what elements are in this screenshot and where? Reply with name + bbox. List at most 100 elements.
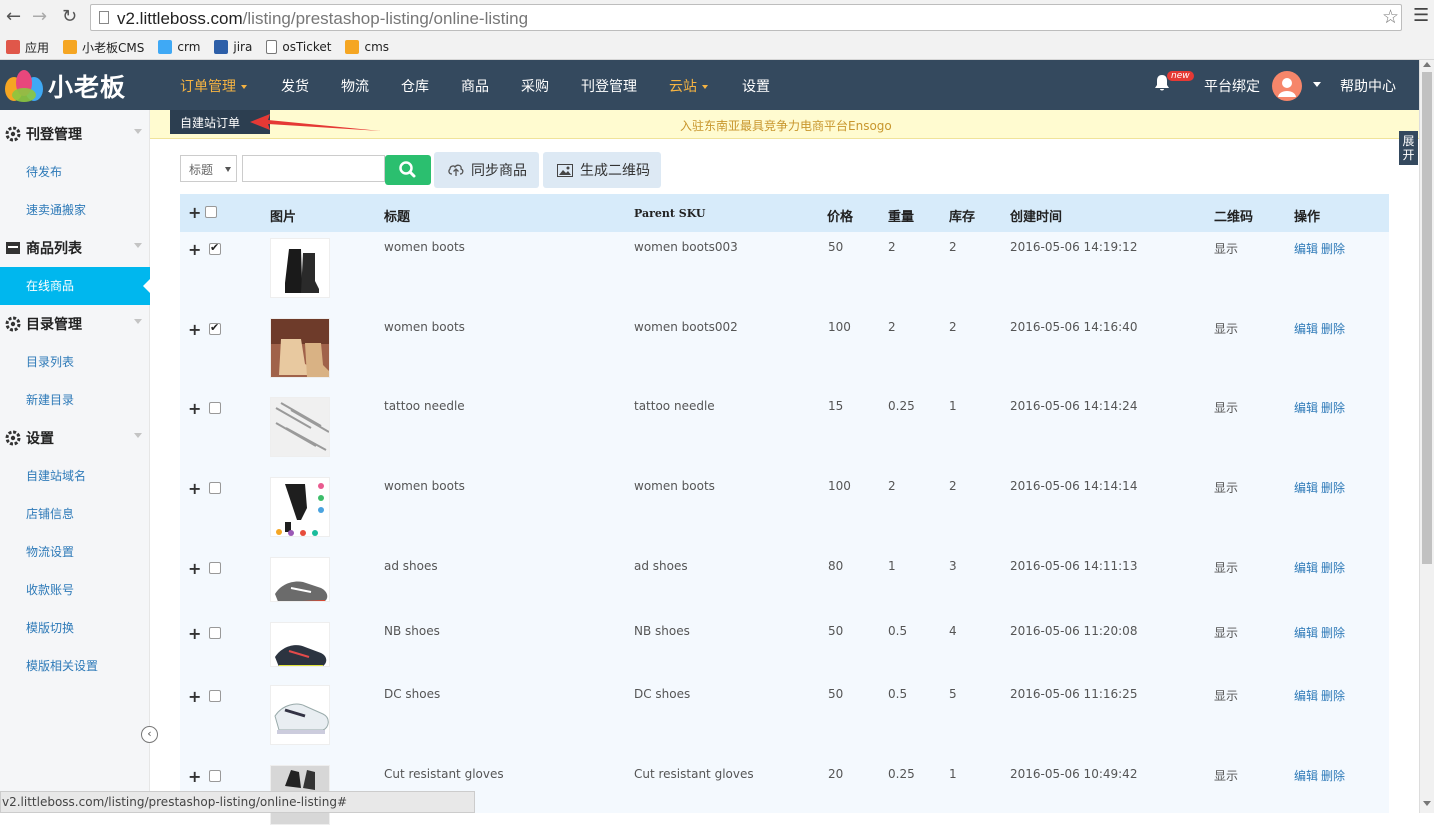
row-checkbox[interactable] bbox=[209, 690, 221, 702]
bookmark-0[interactable]: 应用 bbox=[6, 39, 49, 56]
delete-link[interactable]: 删除 bbox=[1321, 479, 1345, 496]
qrcode-show-link[interactable]: 显示 bbox=[1214, 240, 1238, 257]
delete-link[interactable]: 删除 bbox=[1321, 624, 1345, 641]
forward-arrow-icon[interactable]: → bbox=[32, 6, 47, 27]
announcement-text[interactable]: 入驻东南亚最具竞争力电商平台Ensogo bbox=[680, 117, 892, 134]
sidebar-item-3-4[interactable]: 模版切换 bbox=[0, 609, 150, 647]
edit-link[interactable]: 编辑 bbox=[1294, 559, 1318, 576]
row-checkbox[interactable] bbox=[209, 627, 221, 639]
search-button[interactable] bbox=[385, 155, 431, 185]
delete-link[interactable]: 删除 bbox=[1321, 559, 1345, 576]
expand-all-plus-icon[interactable]: + bbox=[188, 203, 201, 222]
bookmark-2[interactable]: crm bbox=[158, 40, 200, 54]
sidebar-section-1[interactable]: 商品列表 bbox=[0, 229, 150, 267]
product-image-boots-tan[interactable] bbox=[270, 318, 330, 378]
platform-bind-link[interactable]: 平台绑定 bbox=[1204, 76, 1260, 96]
product-image-boots-heel[interactable] bbox=[270, 477, 330, 537]
sidebar-item-3-1[interactable]: 店铺信息 bbox=[0, 495, 150, 533]
sidebar-item-0-1[interactable]: 速卖通搬家 bbox=[0, 191, 150, 229]
bookmark-3[interactable]: jira bbox=[214, 40, 252, 54]
back-arrow-icon[interactable]: ← bbox=[6, 6, 21, 27]
qrcode-show-link[interactable]: 显示 bbox=[1214, 320, 1238, 337]
nav-5[interactable]: 采购 bbox=[521, 76, 549, 96]
qrcode-show-link[interactable]: 显示 bbox=[1214, 559, 1238, 576]
product-image-shoe-gray[interactable] bbox=[270, 557, 330, 602]
qrcode-show-link[interactable]: 显示 bbox=[1214, 767, 1238, 784]
sidebar-item-3-5[interactable]: 模版相关设置 bbox=[0, 647, 150, 685]
sidebar-item-3-0[interactable]: 自建站域名 bbox=[0, 457, 150, 495]
nav-4[interactable]: 商品 bbox=[461, 76, 489, 96]
expand-row-plus-icon[interactable]: + bbox=[188, 559, 201, 578]
search-field-select[interactable]: 标题 bbox=[180, 155, 237, 182]
row-checkbox[interactable] bbox=[209, 241, 221, 255]
bookmark-star-icon[interactable]: ☆ bbox=[1382, 6, 1399, 28]
page-scrollbar[interactable] bbox=[1419, 60, 1434, 813]
sidebar-section-2[interactable]: 目录管理 bbox=[0, 305, 150, 343]
edit-link[interactable]: 编辑 bbox=[1294, 687, 1318, 704]
search-input[interactable] bbox=[242, 155, 385, 182]
chevron-down-icon[interactable] bbox=[1313, 82, 1321, 87]
collapse-sidebar-icon[interactable]: ‹ bbox=[141, 726, 158, 743]
nav-0[interactable]: 订单管理 bbox=[180, 76, 247, 96]
product-image-shoe-white[interactable] bbox=[270, 685, 330, 745]
expand-row-plus-icon[interactable]: + bbox=[188, 767, 201, 786]
scroll-up-icon[interactable] bbox=[1423, 62, 1431, 67]
qrcode-show-link[interactable]: 显示 bbox=[1214, 687, 1238, 704]
product-image-shoe-dark[interactable] bbox=[270, 622, 330, 667]
reload-icon[interactable]: ↻ bbox=[62, 6, 77, 27]
qrcode-show-link[interactable]: 显示 bbox=[1214, 479, 1238, 496]
avatar[interactable] bbox=[1272, 71, 1302, 101]
expand-row-plus-icon[interactable]: + bbox=[188, 320, 201, 339]
product-image-boots-black[interactable] bbox=[270, 238, 330, 298]
edit-link[interactable]: 编辑 bbox=[1294, 479, 1318, 496]
row-checkbox[interactable] bbox=[209, 321, 221, 335]
sidebar-item-0-0[interactable]: 待发布 bbox=[0, 153, 150, 191]
row-checkbox[interactable] bbox=[209, 770, 221, 782]
delete-link[interactable]: 删除 bbox=[1321, 399, 1345, 416]
sidebar-item-3-2[interactable]: 物流设置 bbox=[0, 533, 150, 571]
qrcode-show-link[interactable]: 显示 bbox=[1214, 624, 1238, 641]
delete-link[interactable]: 删除 bbox=[1321, 767, 1345, 784]
expand-row-plus-icon[interactable]: + bbox=[188, 479, 201, 498]
expand-row-plus-icon[interactable]: + bbox=[188, 687, 201, 706]
row-checkbox[interactable] bbox=[209, 482, 221, 494]
edit-link[interactable]: 编辑 bbox=[1294, 767, 1318, 784]
logo[interactable]: 小老板 bbox=[4, 68, 126, 104]
help-center-link[interactable]: 帮助中心 bbox=[1340, 76, 1396, 96]
address-bar[interactable]: v2.littleboss.com/listing/prestashop-lis… bbox=[90, 4, 1402, 31]
nav-1[interactable]: 发货 bbox=[281, 76, 309, 96]
sync-products-button[interactable]: 同步商品 bbox=[434, 152, 539, 188]
menu-icon[interactable]: ☰ bbox=[1413, 5, 1429, 26]
nav-6[interactable]: 刊登管理 bbox=[581, 76, 637, 96]
delete-link[interactable]: 删除 bbox=[1321, 320, 1345, 337]
scroll-thumb[interactable] bbox=[1422, 72, 1432, 564]
edit-link[interactable]: 编辑 bbox=[1294, 624, 1318, 641]
expand-row-plus-icon[interactable]: + bbox=[188, 399, 201, 418]
sidebar-section-3[interactable]: 设置 bbox=[0, 419, 150, 457]
bookmark-5[interactable]: cms bbox=[345, 40, 389, 54]
nav-8[interactable]: 设置 bbox=[742, 76, 770, 96]
edit-link[interactable]: 编辑 bbox=[1294, 399, 1318, 416]
product-image-needles[interactable] bbox=[270, 397, 330, 457]
delete-link[interactable]: 删除 bbox=[1321, 687, 1345, 704]
select-all-checkbox[interactable] bbox=[205, 206, 217, 218]
bookmark-4[interactable]: osTicket bbox=[266, 40, 331, 54]
expand-row-plus-icon[interactable]: + bbox=[188, 240, 201, 259]
nav-2[interactable]: 物流 bbox=[341, 76, 369, 96]
row-checkbox[interactable] bbox=[209, 402, 221, 414]
sidebar-item-2-1[interactable]: 新建目录 bbox=[0, 381, 150, 419]
sidebar-item-1-0[interactable]: 在线商品 bbox=[0, 267, 150, 305]
nav-7[interactable]: 云站 bbox=[669, 76, 708, 96]
generate-qrcode-button[interactable]: 生成二维码 bbox=[543, 152, 661, 188]
nav-3[interactable]: 仓库 bbox=[401, 76, 429, 96]
sidebar-item-2-0[interactable]: 目录列表 bbox=[0, 343, 150, 381]
sidebar-section-0[interactable]: 刊登管理 bbox=[0, 115, 150, 153]
delete-link[interactable]: 删除 bbox=[1321, 240, 1345, 257]
expand-tab[interactable]: 展开 bbox=[1399, 131, 1418, 165]
scroll-down-icon[interactable] bbox=[1423, 801, 1431, 806]
expand-row-plus-icon[interactable]: + bbox=[188, 624, 201, 643]
sidebar-item-3-3[interactable]: 收款账号 bbox=[0, 571, 150, 609]
qrcode-show-link[interactable]: 显示 bbox=[1214, 399, 1238, 416]
row-checkbox[interactable] bbox=[209, 562, 221, 574]
bookmark-1[interactable]: 小老板CMS bbox=[63, 39, 144, 56]
